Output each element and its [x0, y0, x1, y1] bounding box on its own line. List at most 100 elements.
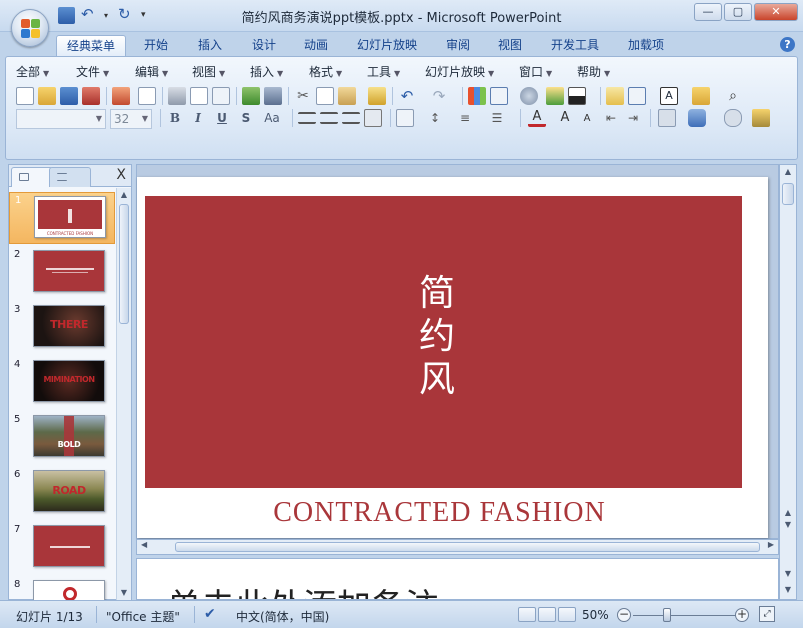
spelling-icon[interactable] — [242, 87, 260, 105]
scrollbar-thumb[interactable] — [782, 183, 794, 205]
slide-thumb-5[interactable]: 5 BOLD — [9, 412, 115, 464]
slide-thumb-1[interactable]: 1 CONTRACTED FASHION — [9, 192, 115, 244]
tab-outline[interactable] — [49, 167, 91, 187]
italic-button[interactable]: I — [189, 109, 207, 127]
slide-title[interactable]: 简约风 — [417, 272, 457, 401]
research-icon[interactable] — [264, 87, 282, 105]
tab-slideshow[interactable]: 幻灯片放映 — [347, 35, 427, 56]
publish-icon[interactable] — [112, 87, 130, 105]
slideshow-view-icon[interactable] — [558, 607, 576, 622]
zoom-search-icon[interactable]: ⌕ — [724, 87, 742, 105]
language-indicator[interactable]: 中文(简体，中国) — [236, 608, 329, 625]
scroll-left-arrow-icon[interactable]: ◀ — [141, 540, 147, 549]
color-grayscale-icon[interactable] — [568, 87, 586, 105]
print-preview-icon[interactable] — [190, 87, 208, 105]
underline-button[interactable]: U — [213, 109, 231, 127]
save-icon-2[interactable] — [60, 87, 78, 105]
permission-icon[interactable] — [82, 87, 100, 105]
decrease-indent-icon[interactable]: ⇤ — [602, 109, 620, 127]
minimize-button[interactable]: — — [694, 3, 722, 21]
font-size-combo[interactable]: 32 ▼ — [110, 109, 152, 129]
shadow-button[interactable]: S — [237, 109, 255, 127]
slide-horizontal-scrollbar[interactable]: ◀ ▶ — [136, 539, 779, 555]
scroll-up-arrow-icon[interactable]: ▲ — [117, 188, 131, 202]
paste-icon[interactable] — [338, 87, 356, 105]
layout-icon[interactable] — [628, 87, 646, 105]
align-center-icon[interactable] — [320, 112, 338, 124]
new-slide-icon[interactable] — [606, 87, 624, 105]
quick-styles-icon[interactable] — [724, 109, 742, 127]
grow-font-icon[interactable]: A — [556, 109, 574, 127]
tab-classic-menu[interactable]: 经典菜单 — [56, 35, 127, 56]
arrange-icon[interactable] — [658, 109, 676, 127]
slide-vertical-scrollbar[interactable]: ▲ ▲ ▼ ▼ ▼ — [779, 164, 797, 600]
slide-thumb-2[interactable]: 2 — [9, 247, 115, 299]
shrink-font-icon[interactable]: A — [578, 109, 596, 127]
scroll-up-arrow-icon[interactable]: ▲ — [781, 167, 795, 176]
office-button[interactable] — [11, 9, 49, 47]
previous-slide-icon[interactable]: ▲ — [781, 508, 795, 517]
normal-view-icon[interactable] — [518, 607, 536, 622]
close-button[interactable]: ✕ — [754, 3, 798, 21]
notes-pane[interactable]: 单击此处添加备注 — [136, 558, 779, 600]
justify-icon[interactable] — [364, 109, 382, 127]
open-icon[interactable] — [38, 87, 56, 105]
slide-thumb-4[interactable]: 4 MIMINATION — [9, 357, 115, 409]
tab-home[interactable]: 开始 — [134, 35, 178, 56]
tab-animations[interactable]: 动画 — [294, 35, 338, 56]
tab-addins[interactable]: 加载项 — [618, 35, 674, 56]
help-icon[interactable]: ? — [780, 37, 795, 52]
current-slide[interactable]: 简约风 CONTRACTED FASHION — [137, 177, 768, 538]
notes-placeholder[interactable]: 单击此处添加备注 — [167, 579, 439, 599]
shapes-icon[interactable] — [688, 109, 706, 127]
menu-window[interactable]: 窗口 ▼ — [519, 63, 552, 80]
close-panel-icon[interactable]: X — [116, 167, 126, 183]
clipart-icon[interactable] — [520, 87, 538, 105]
redo-icon-2[interactable]: ↷ — [430, 87, 448, 105]
menu-format[interactable]: 格式 ▼ — [309, 63, 342, 80]
tab-view[interactable]: 视图 — [488, 35, 532, 56]
zoom-in-icon[interactable]: + — [735, 608, 749, 622]
font-name-combo[interactable]: ▼ — [16, 109, 106, 129]
bullets-icon[interactable]: ☰ — [488, 109, 506, 127]
textbox-icon[interactable]: A — [660, 87, 678, 105]
slide-thumb-3[interactable]: 3 THERE — [9, 302, 115, 354]
slide-thumb-8[interactable]: 8 — [9, 577, 115, 600]
send-icon[interactable] — [138, 87, 156, 105]
undo-icon-2[interactable]: ↶ — [398, 87, 416, 105]
tab-insert[interactable]: 插入 — [188, 35, 232, 56]
zoom-slider-thumb[interactable] — [663, 608, 672, 622]
change-case-button[interactable]: Aa — [259, 109, 285, 127]
menu-edit[interactable]: 编辑 ▼ — [135, 63, 168, 80]
slide-subtitle[interactable]: CONTRACTED FASHION — [137, 497, 742, 529]
menu-view[interactable]: 视图 ▼ — [192, 63, 225, 80]
zoom-out-icon[interactable]: − — [617, 608, 631, 622]
scroll-right-arrow-icon[interactable]: ▶ — [768, 540, 774, 549]
align-left-icon[interactable] — [298, 112, 316, 124]
scroll-down-arrow-icon[interactable]: ▼ — [781, 569, 795, 578]
picture-icon[interactable] — [546, 87, 564, 105]
columns-icon[interactable] — [396, 109, 414, 127]
folder-icon[interactable] — [692, 87, 710, 105]
tab-slides[interactable] — [11, 167, 53, 187]
scrollbar-thumb[interactable] — [175, 542, 760, 552]
align-right-icon[interactable] — [342, 112, 360, 124]
increase-indent-icon[interactable]: ⇥ — [624, 109, 642, 127]
scroll-down-arrow-icon[interactable]: ▼ — [781, 585, 795, 594]
copy-icon[interactable] — [316, 87, 334, 105]
next-slide-icon[interactable]: ▼ — [781, 520, 795, 529]
print-icon[interactable] — [168, 87, 186, 105]
menu-tools[interactable]: 工具 ▼ — [367, 63, 400, 80]
thumbnail-scrollbar[interactable]: ▲ ▼ — [116, 188, 131, 600]
spell-check-icon[interactable]: ✔ — [204, 606, 216, 622]
cut-icon[interactable]: ✂ — [294, 87, 312, 105]
numbering-icon[interactable]: ≡ — [456, 109, 474, 127]
menu-help[interactable]: 帮助 ▼ — [577, 63, 610, 80]
menu-insert[interactable]: 插入 ▼ — [250, 63, 283, 80]
fit-to-window-icon[interactable]: ⤢ — [759, 606, 775, 622]
zoom-slider-track[interactable] — [633, 615, 737, 616]
bold-button[interactable]: B — [166, 109, 184, 127]
table-icon[interactable] — [490, 87, 508, 105]
maximize-button[interactable]: ▢ — [724, 3, 752, 21]
new-icon[interactable] — [16, 87, 34, 105]
